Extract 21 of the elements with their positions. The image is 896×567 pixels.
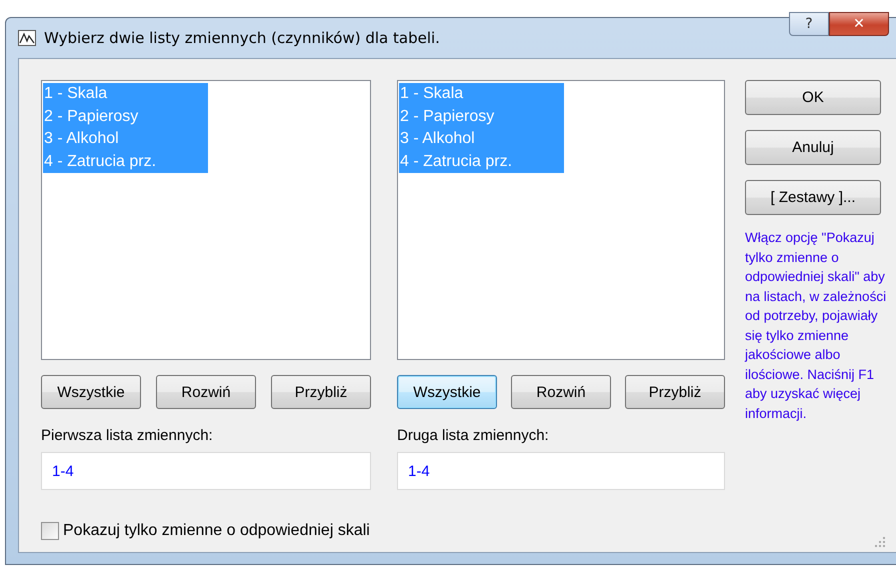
dialog-button[interactable]: Anuluj xyxy=(745,130,881,165)
dialog-button[interactable]: OK xyxy=(745,80,881,115)
variables-field[interactable]: 1-4 xyxy=(41,452,371,490)
list-button[interactable]: Wszystkie xyxy=(41,375,141,409)
list-button[interactable]: Wszystkie xyxy=(397,375,497,409)
resize-grip-icon[interactable] xyxy=(874,536,886,548)
field-label: Druga lista zmiennych: xyxy=(397,427,550,444)
variables-field[interactable]: 1-4 xyxy=(397,452,725,490)
chart-icon xyxy=(18,30,36,46)
checkbox-label[interactable]: Pokazuj tylko zmienne o odpowiedniej skali xyxy=(63,522,370,540)
hint-text: Włącz opcję "Pokazuj tylko zmienne o odpowiedniej skali" aby na listach, w zależności od potrzeby, pojawiały się tylko zmienne jakościowe albo ilościowe. Naciśnij F1 aby uzyskać więcej informacji. xyxy=(745,229,888,423)
list-button[interactable]: Rozwiń xyxy=(511,375,611,409)
list-button[interactable]: Rozwiń xyxy=(156,375,256,409)
checkbox[interactable] xyxy=(41,522,59,540)
field-label: Pierwsza lista zmiennych: xyxy=(41,427,214,444)
list-button[interactable]: Przybliż xyxy=(271,375,371,409)
window-title: Wybierz dwie listy zmiennych (czynników) dla tabeli. xyxy=(44,29,440,47)
close-button[interactable]: ✕ xyxy=(829,12,889,36)
help-button[interactable]: ? xyxy=(789,12,829,36)
dialog-button[interactable]: [ Zestawy ]... xyxy=(745,180,881,215)
list-button[interactable]: Przybliż xyxy=(625,375,725,409)
